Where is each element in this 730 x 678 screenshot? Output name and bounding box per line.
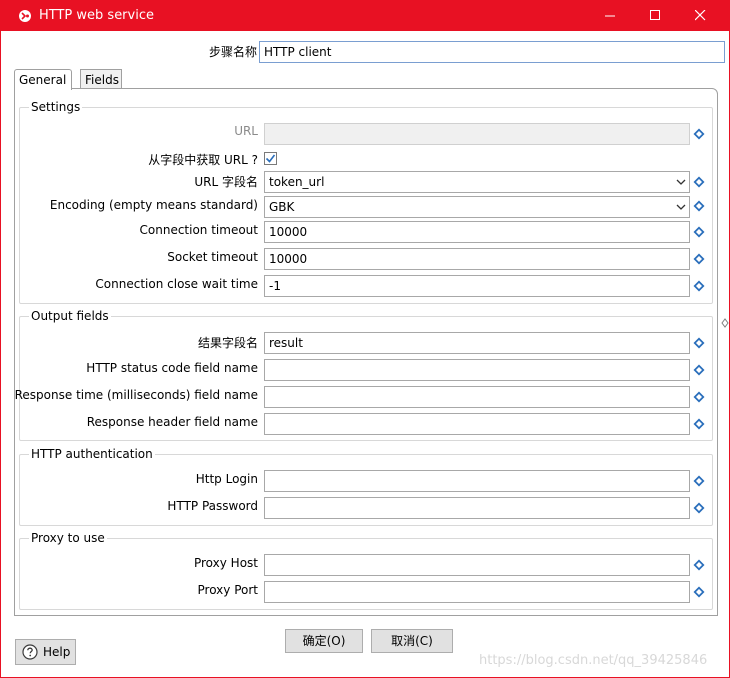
- dialog-window: HTTP web service 步骤名称 HTTP client Genera…: [0, 0, 730, 678]
- close-icon: [694, 9, 705, 21]
- tab-general[interactable]: General: [14, 69, 72, 90]
- variable-icon[interactable]: [693, 253, 705, 265]
- variable-icon[interactable]: [693, 475, 705, 487]
- url-field-name-value: token_url: [269, 175, 325, 189]
- url-label: URL: [234, 124, 258, 138]
- variable-icon[interactable]: [693, 586, 705, 598]
- encoding-label: Encoding (empty means standard): [49, 198, 258, 212]
- response-header-input[interactable]: [264, 413, 690, 435]
- tab-fields[interactable]: Fields: [80, 69, 122, 89]
- http-password-label: HTTP Password: [167, 499, 258, 513]
- variable-icon[interactable]: [693, 337, 705, 349]
- minimize-icon: [604, 15, 615, 17]
- encoding-value: GBK: [269, 200, 295, 214]
- chevron-down-icon[interactable]: [675, 175, 687, 189]
- maximize-button[interactable]: [632, 1, 678, 31]
- url-field-name-label: URL 字段名: [194, 175, 258, 189]
- socket-timeout-input[interactable]: 10000: [264, 248, 690, 270]
- url-from-field-checkbox[interactable]: [264, 152, 277, 165]
- close-button[interactable]: [677, 1, 723, 31]
- connection-timeout-label: Connection timeout: [139, 223, 258, 237]
- http-password-input[interactable]: [264, 497, 690, 519]
- maximize-icon: [649, 10, 660, 20]
- title-bar[interactable]: HTTP web service: [1, 1, 729, 31]
- variable-icon[interactable]: [693, 200, 705, 212]
- result-field-input[interactable]: result: [264, 332, 690, 354]
- proxy-group-title: Proxy to use: [29, 531, 107, 545]
- status-code-input[interactable]: [264, 359, 690, 381]
- app-icon: [19, 10, 31, 22]
- variable-icon[interactable]: [693, 391, 705, 403]
- url-from-field-label: 从字段中获取 URL ?: [148, 153, 258, 167]
- encoding-combo[interactable]: GBK: [264, 196, 690, 218]
- step-name-label: 步骤名称: [208, 45, 257, 59]
- variable-icon[interactable]: [693, 559, 705, 571]
- proxy-port-input[interactable]: [264, 581, 690, 603]
- http-login-input[interactable]: [264, 470, 690, 492]
- output-fields-group-title: Output fields: [29, 309, 111, 323]
- variable-icon[interactable]: [693, 502, 705, 514]
- variable-icon[interactable]: [693, 128, 705, 140]
- cancel-button[interactable]: 取消(C): [371, 629, 453, 653]
- variable-icon[interactable]: [693, 280, 705, 292]
- help-button[interactable]: Help: [15, 639, 76, 665]
- status-code-label: HTTP status code field name: [86, 361, 258, 375]
- settings-group-title: Settings: [29, 100, 83, 114]
- proxy-host-input[interactable]: [264, 554, 690, 576]
- connection-timeout-input[interactable]: 10000: [264, 221, 690, 243]
- http-authentication-group-title: HTTP authentication: [29, 447, 155, 461]
- proxy-port-label: Proxy Port: [197, 583, 258, 597]
- close-wait-time-label: Connection close wait time: [95, 277, 258, 291]
- http-login-label: Http Login: [195, 472, 258, 486]
- window-title: HTTP web service: [39, 8, 154, 23]
- question-circle-icon: [22, 644, 38, 660]
- proxy-host-label: Proxy Host: [193, 556, 258, 570]
- checkmark-icon: [265, 154, 276, 163]
- variable-icon[interactable]: [693, 418, 705, 430]
- url-field[interactable]: [264, 123, 690, 145]
- variable-icon[interactable]: [693, 226, 705, 238]
- response-time-label: Response time (milliseconds) field name: [14, 388, 258, 402]
- watermark-text: https://blog.csdn.net/qq_39425846: [479, 653, 708, 668]
- response-header-label: Response header field name: [86, 415, 258, 429]
- response-time-input[interactable]: [264, 386, 690, 408]
- resize-handle-icon[interactable]: [721, 317, 729, 329]
- ok-button[interactable]: 确定(O): [285, 629, 363, 653]
- minimize-button[interactable]: [587, 1, 633, 31]
- variable-icon[interactable]: [693, 364, 705, 376]
- socket-timeout-label: Socket timeout: [167, 250, 258, 264]
- result-field-label: 结果字段名: [197, 336, 258, 350]
- close-wait-time-input[interactable]: -1: [264, 275, 690, 297]
- chevron-down-icon[interactable]: [675, 200, 687, 214]
- step-name-input[interactable]: HTTP client: [259, 41, 725, 63]
- url-field-name-combo[interactable]: token_url: [264, 171, 690, 193]
- help-button-label: Help: [43, 645, 71, 659]
- variable-icon[interactable]: [693, 176, 705, 188]
